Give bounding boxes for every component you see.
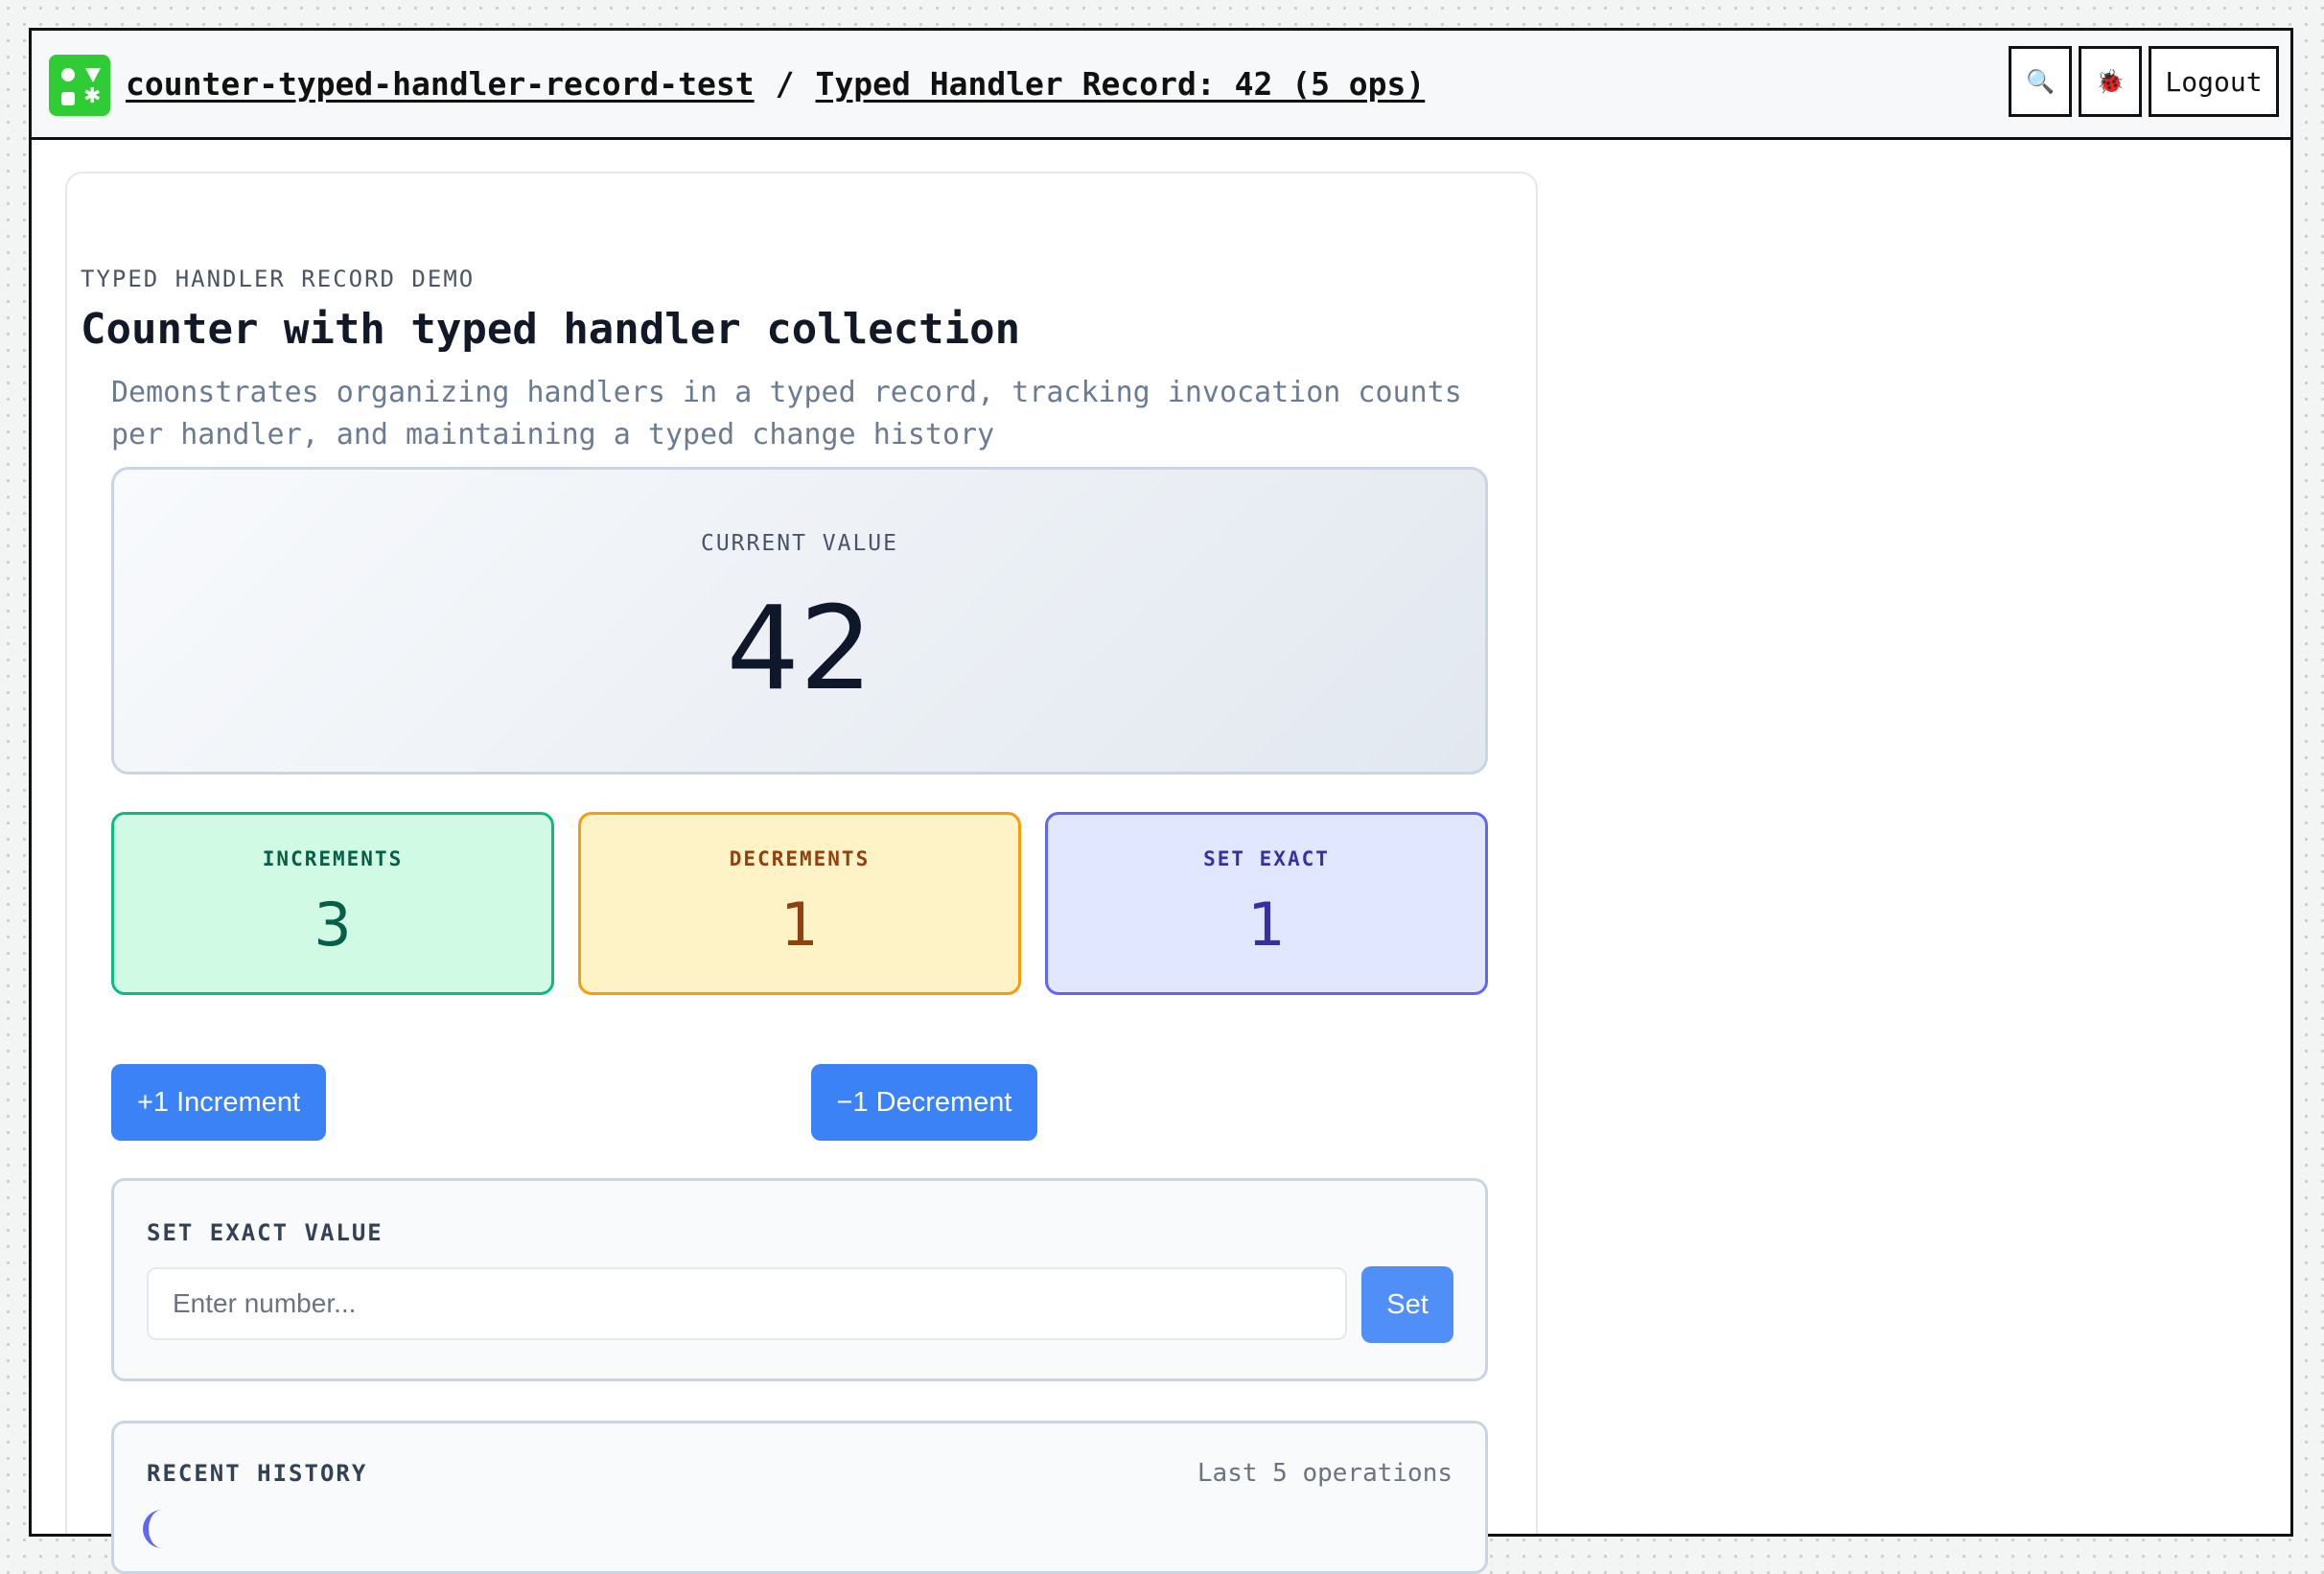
- logout-button[interactable]: Logout: [2149, 46, 2279, 117]
- demo-description: Demonstrates organizing handlers in a ty…: [111, 376, 1462, 451]
- search-button[interactable]: 🔍: [2009, 46, 2072, 117]
- history-panel: RECENT HISTORY Last 5 operations: [111, 1421, 1488, 1574]
- decrement-button[interactable]: −1 Decrement: [811, 1064, 1037, 1141]
- debug-button[interactable]: 🐞: [2079, 46, 2142, 117]
- decrements-label: DECREMENTS: [729, 847, 871, 870]
- set-exact-label: SET EXACT: [1203, 847, 1330, 870]
- bug-icon: 🐞: [2096, 68, 2125, 95]
- set-value-input[interactable]: [147, 1267, 1347, 1340]
- breadcrumb: counter-typed-handler-record-test / Typed …: [126, 65, 1425, 103]
- set-exact-count: 1: [1247, 890, 1286, 960]
- loading-spinner-icon: [143, 1510, 181, 1548]
- demo-eyebrow: TYPED HANDLER RECORD DEMO: [81, 266, 476, 292]
- set-exact-card: SET EXACT 1: [1045, 812, 1488, 995]
- increments-card: INCREMENTS 3: [111, 812, 554, 995]
- decrements-card: DECREMENTS 1: [578, 812, 1021, 995]
- decrements-count: 1: [780, 890, 819, 960]
- current-value-card: CURRENT VALUE 42: [111, 467, 1488, 775]
- top-bar: ✱ counter-typed-handler-record-test / Type…: [32, 31, 2290, 140]
- current-value: 42: [726, 583, 873, 716]
- app-logo-icon[interactable]: ✱: [49, 55, 110, 116]
- space-name-link[interactable]: counter-typed-handler-record-test: [126, 65, 755, 103]
- increment-button[interactable]: +1 Increment: [111, 1064, 326, 1141]
- current-value-label: CURRENT VALUE: [700, 531, 898, 556]
- demo-title: Counter with typed handler collection: [81, 305, 1021, 354]
- increments-label: INCREMENTS: [262, 847, 404, 870]
- set-button[interactable]: Set: [1361, 1266, 1453, 1343]
- history-note: Last 5 operations: [1197, 1459, 1452, 1488]
- search-icon: 🔍: [2026, 68, 2055, 95]
- increments-count: 3: [314, 890, 352, 960]
- set-exact-panel: SET EXACT VALUE Set: [111, 1178, 1488, 1381]
- page-title-link[interactable]: Typed Handler Record: 42 (5 ops): [816, 65, 1426, 103]
- set-exact-heading: SET EXACT VALUE: [147, 1219, 383, 1246]
- history-heading: RECENT HISTORY: [147, 1460, 368, 1487]
- breadcrumb-separator: /: [775, 65, 795, 103]
